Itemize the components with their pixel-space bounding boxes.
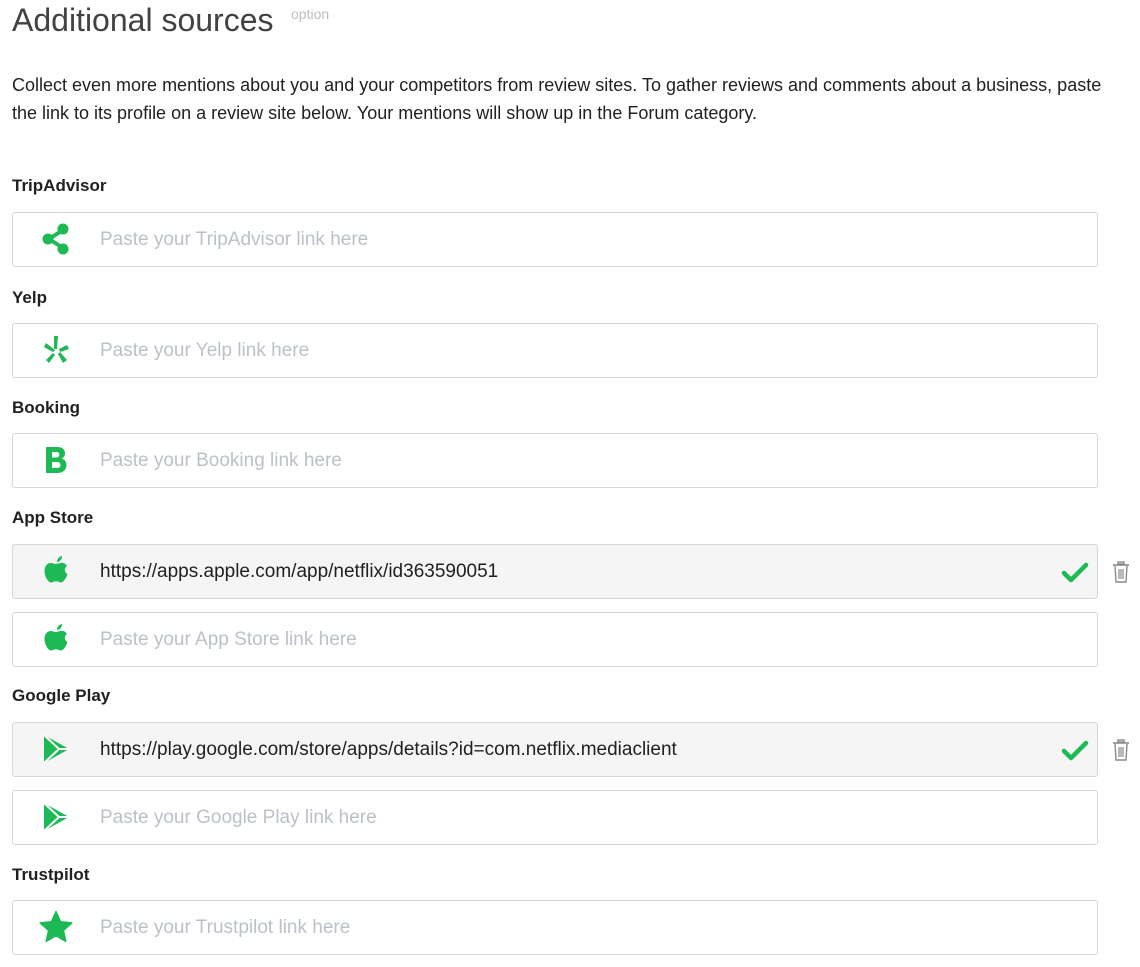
trustpilot-link-input[interactable] xyxy=(100,914,1040,942)
section-label-trustpilot: Trustpilot xyxy=(12,865,90,884)
yelp-link-field[interactable] xyxy=(12,323,1098,378)
page-title: Additional sources xyxy=(12,2,274,38)
yelp-link-input[interactable] xyxy=(100,337,1040,365)
app-store-link-field[interactable] xyxy=(12,612,1098,667)
booking-link-field[interactable] xyxy=(12,433,1098,488)
section-label-app-store: App Store xyxy=(12,508,94,527)
google-play-link-input-filled[interactable] xyxy=(100,736,1040,764)
additional-sources-panel: Additional sources option Collect even m… xyxy=(12,0,1136,955)
share-icon xyxy=(39,222,73,256)
yelp-icon xyxy=(39,333,73,367)
booking-link-input[interactable] xyxy=(100,447,1040,475)
delete-google-play-link-icon[interactable] xyxy=(1112,739,1130,761)
google-play-icon xyxy=(39,732,73,766)
section-label-tripadvisor: TripAdvisor xyxy=(12,176,107,195)
checkmark-icon xyxy=(1061,736,1089,764)
star-icon xyxy=(39,910,73,944)
tripadvisor-link-field[interactable] xyxy=(12,212,1098,267)
description: Collect even more mentions about you and… xyxy=(12,75,1102,123)
checkmark-icon xyxy=(1061,558,1089,586)
apple-icon xyxy=(39,554,73,588)
trustpilot-link-field[interactable] xyxy=(12,900,1098,955)
header: Additional sources option xyxy=(12,0,1136,52)
google-play-icon xyxy=(39,800,73,834)
app-store-link-field-filled[interactable] xyxy=(12,544,1098,599)
booking-icon xyxy=(39,443,73,477)
google-play-link-field-filled[interactable] xyxy=(12,722,1098,777)
option-tag: option xyxy=(291,6,330,22)
delete-app-store-link-icon[interactable] xyxy=(1112,561,1130,583)
section-label-yelp: Yelp xyxy=(12,288,47,307)
app-store-link-input-filled[interactable] xyxy=(100,558,1040,586)
tripadvisor-link-input[interactable] xyxy=(100,226,1040,254)
apple-icon xyxy=(39,622,73,656)
google-play-link-input[interactable] xyxy=(100,804,1040,832)
google-play-link-field[interactable] xyxy=(12,790,1098,845)
section-label-booking: Booking xyxy=(12,398,80,417)
app-store-link-input[interactable] xyxy=(100,626,1040,654)
section-label-google-play: Google Play xyxy=(12,686,111,705)
